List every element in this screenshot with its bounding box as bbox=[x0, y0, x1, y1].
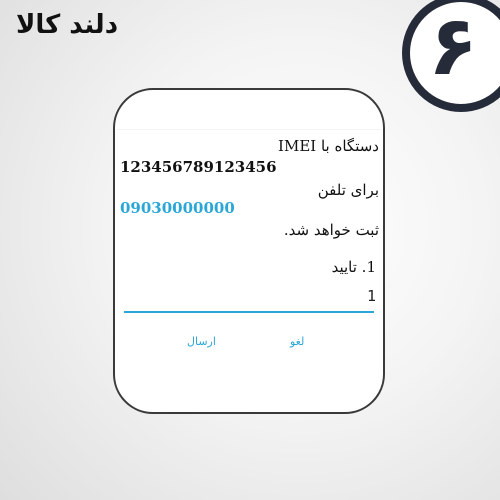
phone-number-link[interactable]: 09030000000 bbox=[120, 199, 235, 217]
brand-logo-text: دلند کالا bbox=[16, 10, 119, 40]
step-number: ۶ bbox=[428, 0, 479, 94]
send-button[interactable]: ارسال bbox=[187, 335, 216, 348]
imei-number: 123456789123456 bbox=[120, 158, 277, 176]
reply-input-underline bbox=[124, 311, 374, 313]
message-line-device-imei: دستگاه با IMEI bbox=[278, 137, 379, 155]
option-confirm: 1. تایید bbox=[331, 258, 376, 276]
message-line-for-phone: برای تلفن bbox=[317, 181, 379, 199]
dialog-divider bbox=[117, 129, 381, 130]
cancel-button[interactable]: لغو bbox=[290, 335, 304, 348]
reply-input[interactable]: 1 bbox=[124, 287, 376, 305]
message-line-will-register: ثبت خواهد شد. bbox=[283, 221, 379, 239]
